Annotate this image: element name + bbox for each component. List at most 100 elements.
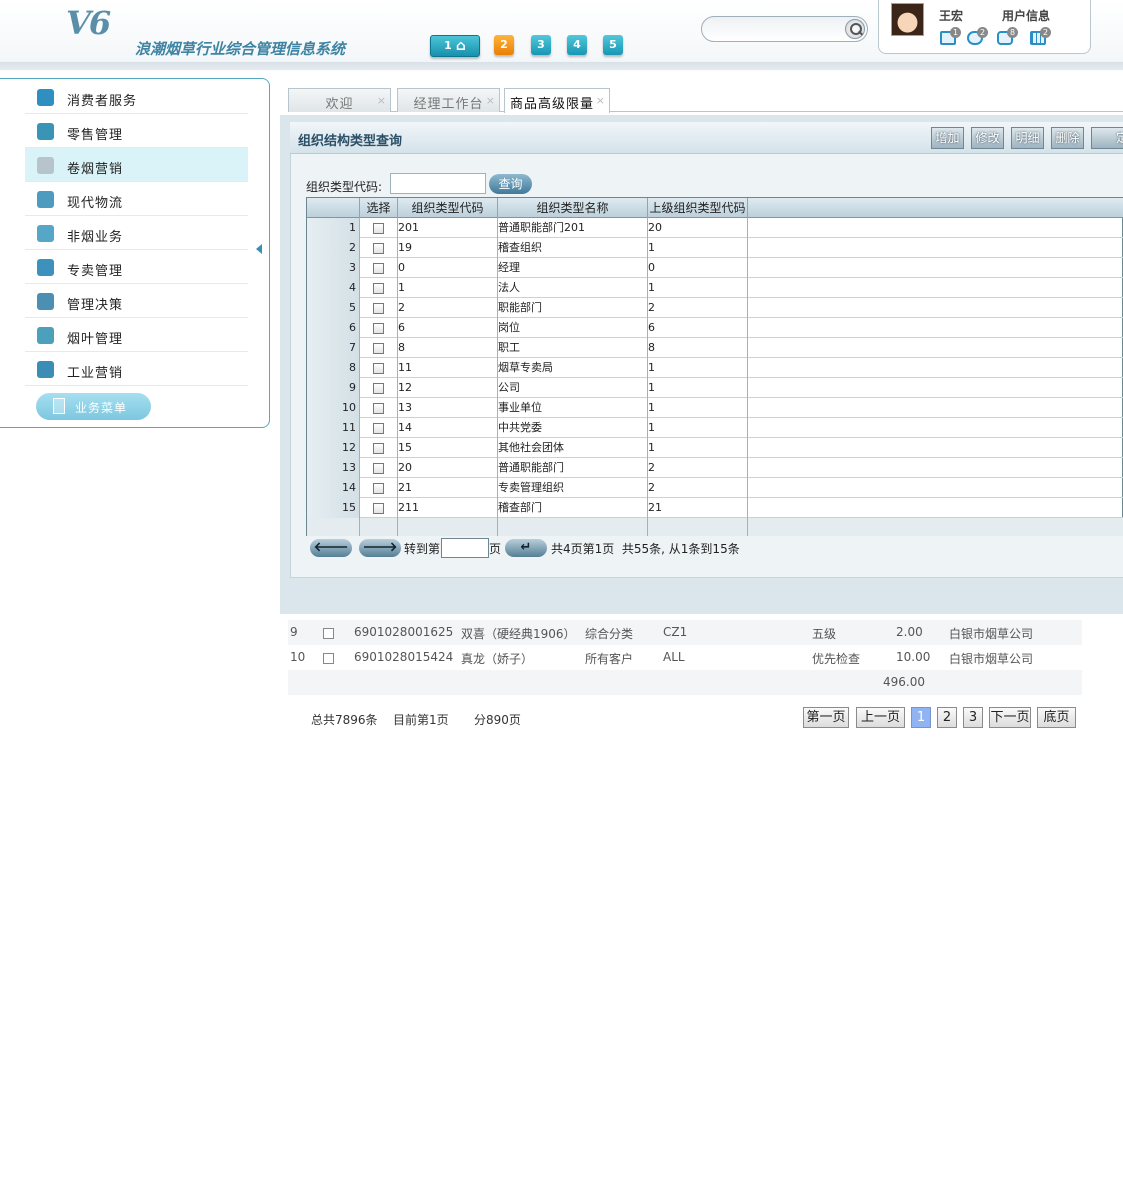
row-checkbox[interactable] [373, 283, 384, 294]
row-checkbox[interactable] [373, 363, 384, 374]
table-row[interactable]: 7 8 职工 8 [307, 338, 1123, 358]
table-row[interactable]: 13 20 普通职能部门 2 [307, 458, 1123, 478]
messages-icon[interactable]: 8 [997, 27, 1018, 45]
close-icon[interactable]: × [486, 94, 495, 107]
sidebar-item-retail-management[interactable]: 零售管理 [25, 114, 248, 148]
tab-product-limit[interactable]: 商品高级限量 × [504, 88, 610, 113]
row-checkbox[interactable] [373, 343, 384, 354]
row-checkbox[interactable] [373, 463, 384, 474]
list-item[interactable]: 10 6901028015424 真龙（娇子） 所有客户 ALL 优先检查 10.00 白银市… [288, 645, 1082, 670]
list-checkbox[interactable] [323, 628, 334, 639]
search-input[interactable] [712, 21, 842, 37]
sidebar-item-non-tobacco-business[interactable]: 非烟业务 [25, 216, 248, 250]
nav-button-5[interactable]: 5 [603, 35, 623, 55]
row-checkbox[interactable] [373, 483, 384, 494]
table-row[interactable]: 5 2 职能部门 2 [307, 298, 1123, 318]
table-row[interactable]: 15 211 稽查部门 21 [307, 498, 1123, 518]
table-row[interactable]: 11 14 中共党委 1 [307, 418, 1123, 438]
query-label: 组织类型代码: [306, 180, 383, 194]
row-checkbox[interactable] [373, 263, 384, 274]
sidebar-item-management-decision[interactable]: 管理决策 [25, 284, 248, 318]
list-checkbox[interactable] [323, 653, 334, 664]
org-type-code-cell: 11 [398, 358, 498, 378]
prev-page-button[interactable]: 🡐 [310, 539, 352, 557]
column-header-parent-code[interactable]: 上级组织类型代码 [648, 198, 748, 218]
edit-button[interactable]: 修改 [971, 127, 1004, 149]
row-number: 12 [307, 438, 360, 458]
grid-footer-cell [498, 518, 648, 536]
org-type-code-input[interactable] [390, 173, 486, 194]
table-row[interactable]: 9 12 公司 1 [307, 378, 1123, 398]
list-product-name: 真龙（娇子） [461, 652, 534, 666]
add-button[interactable]: 增加 [931, 127, 964, 149]
table-row[interactable]: 2 19 稽查组织 1 [307, 238, 1123, 258]
sidebar-item-industrial-marketing[interactable]: 工业营销 [25, 352, 248, 386]
close-icon[interactable]: × [377, 94, 386, 107]
row-checkbox[interactable] [373, 503, 384, 514]
tab-manager-workbench[interactable]: 经理工作台 × [397, 88, 500, 112]
nav-button-4[interactable]: 4 [567, 35, 587, 55]
row-checkbox[interactable] [373, 443, 384, 454]
row-checkbox[interactable] [373, 303, 384, 314]
org-type-name-cell: 职工 [498, 338, 648, 358]
chat-icon[interactable]: 2 [967, 27, 988, 45]
tab-welcome[interactable]: 欢迎 × [288, 88, 391, 112]
calendar-badge: 2 [1040, 27, 1051, 38]
table-row[interactable]: 8 11 烟草专卖局 1 [307, 358, 1123, 378]
nav-button-3[interactable]: 3 [531, 35, 551, 55]
chat-badge: 2 [977, 27, 988, 38]
table-row[interactable]: 3 0 经理 0 [307, 258, 1123, 278]
avatar[interactable] [891, 3, 924, 36]
sidebar-item-consumer-service[interactable]: 消费者服务 [25, 80, 248, 114]
first-page-button[interactable]: 第一页 [803, 707, 849, 728]
table-row[interactable]: 14 21 专卖管理组织 2 [307, 478, 1123, 498]
house-icon [37, 259, 54, 276]
table-row[interactable]: 6 6 岗位 6 [307, 318, 1123, 338]
detail-button[interactable]: 明细 [1011, 127, 1044, 149]
sidebar-item-label: 专卖管理 [67, 264, 124, 279]
row-checkbox[interactable] [373, 223, 384, 234]
goto-page-input[interactable] [441, 538, 489, 558]
row-checkbox[interactable] [373, 403, 384, 414]
sidebar-item-modern-logistics[interactable]: 现代物流 [25, 182, 248, 216]
row-checkbox[interactable] [373, 423, 384, 434]
column-header-select[interactable]: 选择 [360, 198, 398, 218]
next-page-button[interactable]: 🡒 [359, 539, 401, 557]
calendar-icon[interactable]: 2 [1030, 27, 1051, 45]
table-row[interactable]: 12 15 其他社会团体 1 [307, 438, 1123, 458]
table-row[interactable]: 1 201 普通职能部门201 20 [307, 218, 1123, 238]
leaf-icon [37, 327, 54, 344]
parent-code-cell: 2 [648, 458, 748, 478]
business-menu-button[interactable]: 业务菜单 [36, 393, 151, 420]
confirm-button[interactable]: 定 [1091, 127, 1123, 149]
list-item[interactable]: 9 6901028001625 双喜（硬经典1906） 综合分类 CZ1 五级 2.00 白银… [288, 620, 1082, 645]
table-row[interactable]: 10 13 事业单位 1 [307, 398, 1123, 418]
table-row[interactable]: 4 1 法人 1 [307, 278, 1123, 298]
page-3-button[interactable]: 3 [963, 707, 983, 728]
page-2-button[interactable]: 2 [937, 707, 957, 728]
user-info-link[interactable]: 用户信息 [1002, 7, 1050, 24]
nav-button-1[interactable]: 1 ⌂ [430, 35, 480, 57]
row-checkbox[interactable] [373, 323, 384, 334]
next-page-list-button[interactable]: 下一页 [989, 707, 1031, 728]
sidebar-item-monopoly-management[interactable]: 专卖管理 [25, 250, 248, 284]
row-checkbox[interactable] [373, 243, 384, 254]
query-button[interactable]: 查询 [489, 174, 532, 194]
column-header-name[interactable]: 组织类型名称 [498, 198, 648, 218]
sidebar-item-tobacco-leaf-management[interactable]: 烟叶管理 [25, 318, 248, 352]
close-icon[interactable]: × [596, 94, 605, 107]
org-type-name-cell: 经理 [498, 258, 648, 278]
sidebar-item-cigarette-marketing[interactable]: 卷烟营销 [25, 148, 248, 182]
last-page-button[interactable]: 底页 [1037, 707, 1076, 728]
page-1-button[interactable]: 1 [911, 707, 931, 728]
nav-button-2[interactable]: 2 [494, 35, 514, 55]
column-header-code[interactable]: 组织类型代码 [398, 198, 498, 218]
mail-icon[interactable]: 1 [940, 27, 961, 45]
logo: V6 [66, 4, 111, 42]
collapse-sidebar-icon[interactable] [256, 244, 262, 254]
delete-button[interactable]: 删除 [1051, 127, 1084, 149]
go-page-button[interactable]: ↵ [505, 539, 547, 557]
search-icon[interactable] [845, 19, 865, 39]
previous-page-button[interactable]: 上一页 [856, 707, 905, 728]
row-checkbox[interactable] [373, 383, 384, 394]
